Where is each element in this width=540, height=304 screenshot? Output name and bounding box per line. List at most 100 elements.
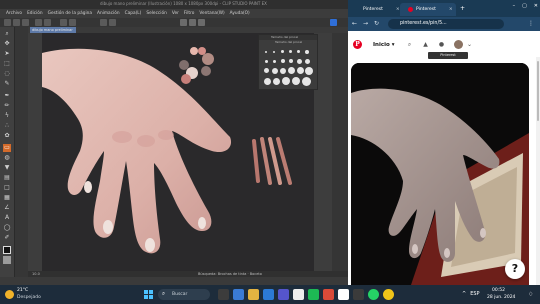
brush-size-preset[interactable]	[305, 50, 309, 54]
fill-icon[interactable]	[69, 19, 76, 26]
maximize-icon[interactable]: ▢	[522, 3, 527, 9]
pin-image[interactable]	[351, 63, 529, 285]
airbrush-tool-icon[interactable]: ∴	[3, 122, 11, 130]
menu-seleccion[interactable]: Selección	[146, 11, 166, 16]
deselect-icon[interactable]	[109, 19, 116, 26]
zoom-tool-icon[interactable]: ⌕	[3, 30, 11, 38]
open-file-icon[interactable]	[13, 19, 20, 26]
fill-tool-icon[interactable]: ▼	[3, 164, 11, 172]
chevron-down-icon[interactable]: ⌄	[466, 41, 473, 48]
lasso-tool-icon[interactable]: ◌	[3, 70, 11, 78]
blend-tool-icon[interactable]: ◍	[3, 154, 11, 162]
menu-ayuda[interactable]: Ayuda(O)	[230, 11, 250, 16]
brush-size-preset[interactable]	[282, 77, 290, 85]
brush-size-preset[interactable]	[265, 60, 268, 63]
app-icon[interactable]	[353, 289, 364, 300]
transform-icon[interactable]	[100, 19, 107, 26]
grid-icon[interactable]	[198, 19, 205, 26]
menu-archivo[interactable]: Archivo	[6, 11, 22, 16]
messages-icon[interactable]: ●	[438, 41, 445, 48]
file-explorer-icon[interactable]	[248, 289, 259, 300]
new-tab-icon[interactable]: +	[460, 5, 465, 12]
forward-icon[interactable]: →	[363, 20, 368, 27]
task-view-icon[interactable]	[218, 289, 229, 300]
snap-icon[interactable]	[180, 19, 187, 26]
brush-size-preset[interactable]	[273, 60, 276, 63]
gradient-tool-icon[interactable]: ▤	[3, 174, 11, 182]
brush-size-preset[interactable]	[305, 67, 313, 75]
weather-temperature[interactable]: 21°C	[17, 288, 28, 293]
menu-filtro[interactable]: Filtro	[184, 11, 195, 16]
pinterest-logo-icon[interactable]: P	[353, 40, 362, 49]
chrome-icon[interactable]	[383, 289, 394, 300]
brush-size-preset[interactable]	[292, 77, 300, 85]
ruler-icon[interactable]	[189, 19, 196, 26]
brush-size-preset[interactable]	[297, 59, 302, 64]
search-icon[interactable]: ⌕	[406, 41, 413, 48]
eyedropper-tool-icon[interactable]: ✎	[3, 80, 11, 88]
spotify-icon[interactable]	[308, 289, 319, 300]
store-icon[interactable]	[278, 289, 289, 300]
app-icon[interactable]	[233, 289, 244, 300]
brush-size-preset[interactable]	[273, 78, 280, 85]
brush-size-preset[interactable]	[265, 51, 267, 53]
brush-size-preset[interactable]	[297, 67, 304, 74]
pencil-tool-icon[interactable]: ✏	[3, 102, 11, 110]
notifications-bell-icon[interactable]: ▲	[422, 41, 429, 48]
menu-pagina[interactable]: Gestión de la página	[48, 11, 92, 16]
clock-time[interactable]: 00:52	[492, 288, 505, 293]
browser-tab-2[interactable]: Pinterest ×	[400, 3, 456, 16]
move-tool-icon[interactable]: ✥	[3, 40, 11, 48]
balloon-tool-icon[interactable]: ◯	[3, 224, 11, 232]
brush-size-preset[interactable]	[280, 68, 286, 74]
scrollbar-thumb[interactable]	[537, 61, 539, 121]
whatsapp-icon[interactable]	[368, 289, 379, 300]
back-icon[interactable]: ←	[352, 20, 357, 27]
brush-size-preset[interactable]	[281, 50, 284, 53]
weather-condition[interactable]: Despejado	[17, 295, 41, 300]
browser-tab-1[interactable]: Pinterest ×	[352, 3, 400, 16]
eraser-tool-icon[interactable]: ▭	[3, 144, 11, 152]
ruler-tool-icon[interactable]: ∠	[3, 204, 11, 212]
brush-size-preset[interactable]	[264, 78, 271, 85]
close-window-icon[interactable]: ✕	[534, 3, 538, 9]
reload-icon[interactable]: ↻	[374, 20, 379, 27]
pen-tool-icon[interactable]: ✒	[3, 92, 11, 100]
operation-tool-icon[interactable]: ➤	[3, 50, 11, 58]
notifications-icon[interactable]: ♢	[528, 291, 535, 298]
browser-scrollbar[interactable]	[536, 57, 540, 285]
avatar[interactable]	[454, 40, 463, 49]
brush-size-preset[interactable]	[273, 51, 275, 53]
language-indicator[interactable]: ESP	[470, 291, 479, 297]
brush-size-preset[interactable]	[305, 59, 310, 64]
help-button[interactable]: ?	[505, 259, 525, 279]
app-icon[interactable]	[323, 289, 334, 300]
brush-size-preset[interactable]	[302, 77, 311, 86]
weather-sun-icon[interactable]	[5, 290, 14, 299]
url-field[interactable]: pinterest.es/pin/5...	[388, 19, 504, 29]
clip-studio-taskbar-icon[interactable]	[338, 289, 349, 300]
correct-line-tool-icon[interactable]: ✐	[3, 234, 11, 242]
close-tab-icon[interactable]: ×	[449, 7, 453, 12]
brush-size-preset[interactable]	[289, 59, 293, 63]
vertical-scrollbar[interactable]	[332, 33, 348, 271]
menu-animacion[interactable]: Animación	[97, 11, 120, 16]
undo-icon[interactable]	[35, 19, 42, 26]
brush-size-preset[interactable]	[297, 50, 300, 53]
figure-tool-icon[interactable]: □	[3, 184, 11, 192]
save-icon[interactable]	[22, 19, 29, 26]
new-file-icon[interactable]	[4, 19, 11, 26]
home-button[interactable]: Inicio ▾	[373, 42, 394, 48]
start-button[interactable]	[144, 290, 153, 299]
menu-ventana[interactable]: Ventana(W)	[199, 11, 224, 16]
clock-date[interactable]: 28 jun. 2024	[487, 295, 515, 300]
brush-size-preset[interactable]	[289, 50, 292, 53]
menu-edicion[interactable]: Edición	[27, 11, 43, 16]
redo-icon[interactable]	[44, 19, 51, 26]
brush-size-preset[interactable]	[272, 68, 278, 74]
chevron-up-icon[interactable]: ^	[462, 291, 466, 297]
clear-icon[interactable]	[60, 19, 67, 26]
brush-size-preset[interactable]	[288, 67, 295, 74]
menu-ver[interactable]: Ver	[172, 11, 179, 16]
three-dots-icon[interactable]: ⋮	[528, 20, 534, 27]
